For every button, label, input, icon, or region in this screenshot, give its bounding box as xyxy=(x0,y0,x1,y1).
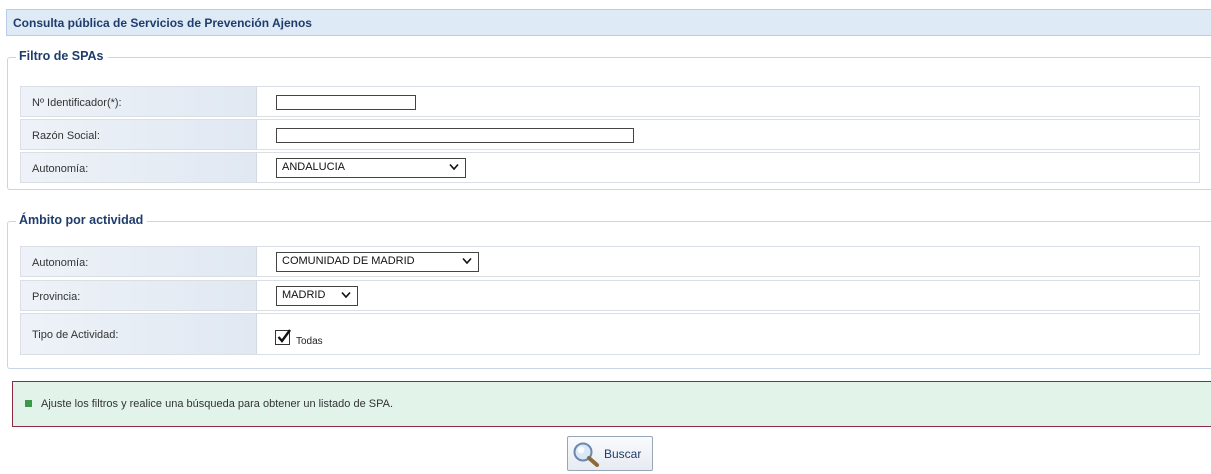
razon-social-label: Razón Social: xyxy=(21,120,257,149)
provincia-value: MADRID xyxy=(282,289,326,301)
filtro-autonomia-label: Autonomía: xyxy=(21,153,257,182)
ambito-autonomia-label: Autonomía: xyxy=(21,247,257,276)
provincia-label: Provincia: xyxy=(21,281,257,310)
info-message-text: Ajuste los filtros y realice una búsqued… xyxy=(41,398,394,410)
tipo-actividad-label: Tipo de Actividad: xyxy=(21,314,257,354)
ambito-autonomia-row: Autonomía: COMUNIDAD DE MADRID xyxy=(20,246,1200,277)
filtro-legend: Filtro de SPAs xyxy=(16,49,108,63)
filtro-autonomia-value: ANDALUCIA xyxy=(282,161,345,173)
filtro-autonomia-select[interactable]: ANDALUCIA xyxy=(276,158,466,178)
filtro-fieldset: Filtro de SPAs Nº Identificador(*): Razó… xyxy=(7,49,1211,190)
filtro-autonomia-row: Autonomía: ANDALUCIA xyxy=(20,152,1200,183)
razon-social-input[interactable] xyxy=(276,128,634,143)
identificador-label: Nº Identificador(*): xyxy=(21,87,257,116)
bullet-icon xyxy=(25,400,32,407)
identificador-row: Nº Identificador(*): xyxy=(20,86,1200,117)
razon-social-row: Razón Social: xyxy=(20,119,1200,150)
checkmark-icon xyxy=(277,329,291,343)
tipo-actividad-row: Tipo de Actividad: Todas xyxy=(20,313,1200,355)
search-icon xyxy=(573,442,599,467)
ambito-autonomia-select[interactable]: COMUNIDAD DE MADRID xyxy=(276,252,479,272)
chevron-down-icon xyxy=(341,291,351,299)
provincia-select[interactable]: MADRID xyxy=(276,286,358,306)
page-title: Consulta pública de Servicios de Prevenc… xyxy=(13,16,312,30)
page-header: Consulta pública de Servicios de Prevenc… xyxy=(6,9,1211,36)
ambito-legend: Ámbito por actividad xyxy=(16,213,148,227)
info-message: Ajuste los filtros y realice una búsqued… xyxy=(12,381,1211,427)
ambito-fieldset: Ámbito por actividad Autonomía: COMUNIDA… xyxy=(7,213,1211,369)
chevron-down-icon xyxy=(449,163,459,171)
ambito-autonomia-value: COMUNIDAD DE MADRID xyxy=(282,255,415,267)
identificador-input[interactable] xyxy=(276,95,416,110)
chevron-down-icon xyxy=(462,257,472,265)
buscar-label: Buscar xyxy=(604,447,642,461)
todas-label: Todas xyxy=(296,336,323,347)
buscar-button[interactable]: Buscar xyxy=(567,436,653,471)
provincia-row: Provincia: MADRID xyxy=(20,280,1200,311)
todas-checkbox[interactable] xyxy=(275,329,291,345)
